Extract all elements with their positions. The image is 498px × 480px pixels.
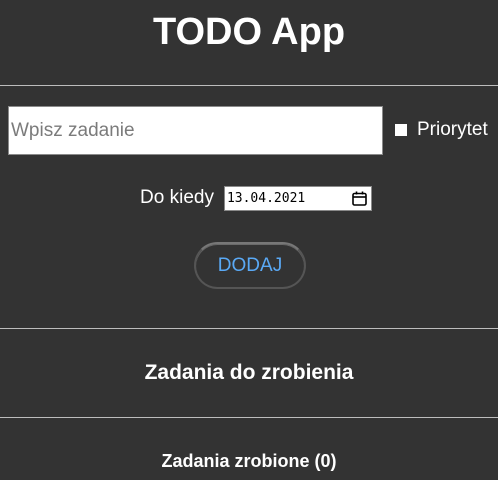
add-task-button[interactable]: DODAJ	[194, 242, 306, 289]
app-title: TODO App	[152, 11, 346, 53]
task-input[interactable]	[8, 106, 383, 155]
deadline-label: Do kiedy	[140, 187, 214, 208]
priority-label: Priorytet	[417, 119, 488, 140]
deadline-date-input[interactable]: 13.04.2021	[223, 185, 372, 211]
deadline-date-value: 13.04.2021	[226, 190, 306, 206]
done-section-title[interactable]: Zadania zrobione (0)	[0, 449, 498, 473]
priority-checkbox[interactable]	[395, 124, 407, 136]
todo-section-title[interactable]: Zadania do zrobienia	[0, 360, 498, 386]
priority-option[interactable]: Priorytet	[395, 118, 488, 142]
header-divider	[0, 85, 498, 86]
form-divider	[0, 328, 498, 329]
sections-divider	[0, 417, 498, 418]
deadline-row: Do kiedy 13.04.2021	[0, 185, 498, 211]
calendar-icon[interactable]	[352, 191, 367, 206]
